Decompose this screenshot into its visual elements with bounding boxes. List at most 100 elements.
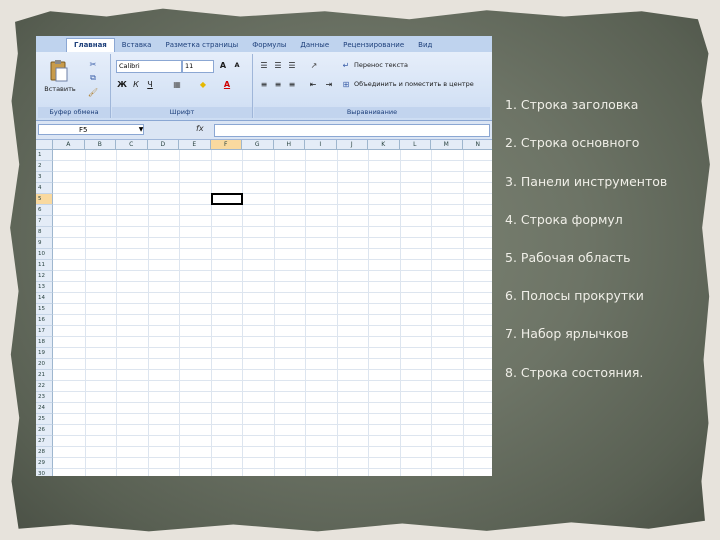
name-box[interactable]: F5 bbox=[38, 124, 144, 135]
font-size-combo[interactable]: 11 bbox=[182, 60, 214, 73]
alignment-group-label: Выравнивание bbox=[254, 107, 490, 118]
tab-data[interactable]: Данные bbox=[293, 39, 336, 52]
row-header[interactable]: 24 bbox=[36, 403, 53, 414]
column-header[interactable]: F bbox=[210, 140, 242, 150]
row-header[interactable]: 19 bbox=[36, 348, 53, 359]
column-header[interactable]: N bbox=[462, 140, 492, 150]
orientation-icon[interactable]: ↗ bbox=[306, 59, 322, 71]
column-header[interactable]: G bbox=[242, 140, 274, 150]
grid-row-line bbox=[53, 226, 492, 227]
align-right-icon[interactable]: ≡ bbox=[286, 78, 298, 90]
grid-row-line bbox=[53, 248, 492, 249]
formula-input[interactable] bbox=[214, 124, 490, 137]
align-center-icon[interactable]: ≡ bbox=[272, 78, 284, 90]
row-header[interactable]: 18 bbox=[36, 337, 53, 348]
row-header[interactable]: 9 bbox=[36, 238, 53, 249]
column-header[interactable]: M bbox=[431, 140, 463, 150]
row-header[interactable]: 22 bbox=[36, 381, 53, 392]
row-header[interactable]: 1 bbox=[36, 150, 53, 161]
column-header[interactable]: C bbox=[116, 140, 148, 150]
cut-icon[interactable]: ✂ bbox=[86, 58, 100, 70]
align-middle-icon[interactable]: ☰ bbox=[272, 59, 284, 71]
bold-button[interactable]: Ж bbox=[116, 78, 128, 90]
wrap-text-icon[interactable]: ↵ bbox=[340, 59, 352, 71]
row-header[interactable]: 28 bbox=[36, 447, 53, 458]
select-all-corner[interactable] bbox=[36, 140, 53, 150]
worksheet-grid[interactable]: A B C D E F G H I J K L M N 1 2 3 4 5 6 7 8 9 10 11 12 13 14 15 16 17 1… bbox=[36, 140, 492, 476]
copy-icon[interactable]: ⧉ bbox=[86, 72, 100, 84]
grid-column-line bbox=[273, 150, 275, 476]
decrease-indent-icon[interactable]: ⇤ bbox=[306, 78, 320, 90]
column-header[interactable]: E bbox=[179, 140, 211, 150]
row-header[interactable]: 8 bbox=[36, 227, 53, 238]
fx-icon[interactable]: fx bbox=[196, 124, 204, 133]
row-header[interactable]: 2 bbox=[36, 161, 53, 172]
merge-center-button[interactable]: Объединить и поместить в центре bbox=[354, 78, 490, 90]
column-header[interactable]: A bbox=[53, 140, 85, 150]
column-header[interactable]: I bbox=[305, 140, 337, 150]
column-header[interactable]: H bbox=[273, 140, 305, 150]
row-header[interactable]: 11 bbox=[36, 260, 53, 271]
fill-color-icon[interactable]: ◆ bbox=[196, 78, 210, 90]
font-name-combo[interactable]: Calibri bbox=[116, 60, 182, 73]
row-header[interactable]: 3 bbox=[36, 172, 53, 183]
row-header[interactable]: 25 bbox=[36, 414, 53, 425]
row-header[interactable]: 15 bbox=[36, 304, 53, 315]
italic-button[interactable]: К bbox=[130, 78, 142, 90]
row-header[interactable]: 26 bbox=[36, 425, 53, 436]
name-box-dropdown-icon[interactable]: ▼ bbox=[136, 124, 146, 135]
column-header[interactable]: L bbox=[399, 140, 431, 150]
tab-view[interactable]: Вид bbox=[411, 39, 439, 52]
paste-button[interactable] bbox=[48, 58, 70, 84]
row-header[interactable]: 6 bbox=[36, 205, 53, 216]
grid-row-line bbox=[53, 171, 492, 172]
grid-row-line bbox=[53, 215, 492, 216]
row-header[interactable]: 14 bbox=[36, 293, 53, 304]
row-header[interactable]: 7 bbox=[36, 216, 53, 227]
grid-row-line bbox=[53, 457, 492, 458]
tab-page-layout[interactable]: Разметка страницы bbox=[158, 39, 245, 52]
active-cell[interactable] bbox=[210, 193, 243, 205]
row-header[interactable]: 4 bbox=[36, 183, 53, 194]
list-item: 7. Набор ярлычков bbox=[505, 326, 629, 341]
column-header[interactable]: B bbox=[84, 140, 116, 150]
row-header[interactable]: 20 bbox=[36, 359, 53, 370]
increase-indent-icon[interactable]: ⇥ bbox=[322, 78, 336, 90]
tab-formulas[interactable]: Формулы bbox=[245, 39, 293, 52]
column-header[interactable]: J bbox=[336, 140, 368, 150]
office-button[interactable] bbox=[36, 36, 66, 52]
column-header[interactable]: K bbox=[368, 140, 400, 150]
grow-font-icon[interactable]: A bbox=[216, 59, 230, 71]
list-item: 2. Строка основного bbox=[505, 135, 640, 150]
row-header[interactable]: 10 bbox=[36, 249, 53, 260]
row-header[interactable]: 13 bbox=[36, 282, 53, 293]
row-header[interactable]: 23 bbox=[36, 392, 53, 403]
merge-center-icon[interactable]: ⊞ bbox=[340, 78, 352, 90]
row-header[interactable]: 30 bbox=[36, 469, 53, 476]
row-header[interactable]: 27 bbox=[36, 436, 53, 447]
tab-insert[interactable]: Вставка bbox=[115, 39, 159, 52]
font-color-icon[interactable]: A bbox=[220, 78, 234, 90]
grid-row-line bbox=[53, 336, 492, 337]
column-header[interactable]: D bbox=[147, 140, 179, 150]
align-left-icon[interactable]: ≡ bbox=[258, 78, 270, 90]
row-header[interactable]: 29 bbox=[36, 458, 53, 469]
wrap-text-button[interactable]: Перенос текста bbox=[354, 59, 434, 71]
borders-icon[interactable]: ▦ bbox=[170, 78, 184, 90]
formula-bar: F5 ▼ fx bbox=[36, 121, 492, 140]
row-header[interactable]: 17 bbox=[36, 326, 53, 337]
grid-column-line bbox=[84, 150, 86, 476]
align-bottom-icon[interactable]: ☰ bbox=[286, 59, 298, 71]
row-header[interactable]: 21 bbox=[36, 370, 53, 381]
shrink-font-icon[interactable]: A bbox=[230, 59, 244, 71]
row-header[interactable]: 16 bbox=[36, 315, 53, 326]
row-header[interactable]: 12 bbox=[36, 271, 53, 282]
align-top-icon[interactable]: ☰ bbox=[258, 59, 270, 71]
underline-button[interactable]: Ч bbox=[144, 78, 156, 90]
format-painter-icon[interactable]: 🖌 bbox=[86, 86, 100, 98]
row-header[interactable]: 5 bbox=[36, 194, 53, 205]
tab-review[interactable]: Рецензирование bbox=[336, 39, 411, 52]
grid-column-line bbox=[368, 150, 369, 476]
tab-home[interactable]: Главная bbox=[66, 38, 115, 52]
list-item: 4. Строка формул bbox=[505, 212, 623, 227]
